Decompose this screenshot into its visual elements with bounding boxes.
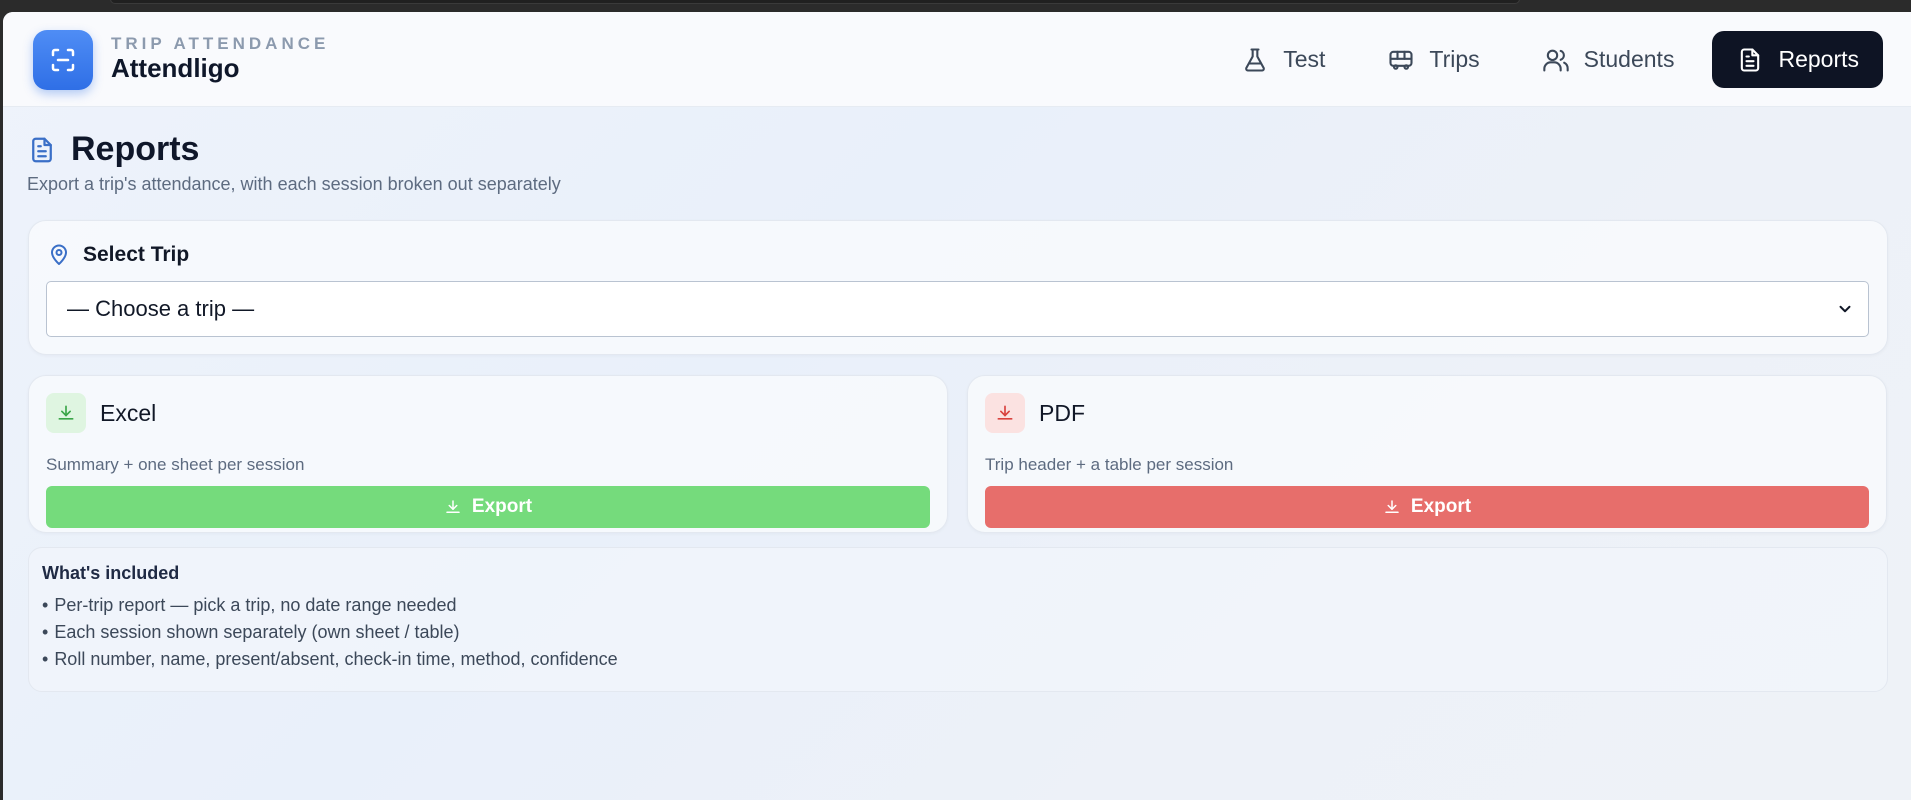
browser-top-strip: [0, 0, 1911, 12]
download-icon: [58, 405, 74, 420]
app-window: TRIP ATTENDANCE Attendligo Test Trips St…: [3, 12, 1911, 800]
map-pin-icon: [51, 244, 67, 265]
excel-export-label: Export: [471, 496, 533, 517]
excel-heading: Excel: [46, 393, 156, 433]
download-icon: [446, 500, 460, 513]
pdf-description: Trip header + a table per session: [985, 455, 1234, 474]
nav-item-students[interactable]: Students: [1518, 31, 1699, 88]
download-icon: [997, 405, 1013, 420]
bus-icon: [1389, 50, 1413, 70]
list-item: • Per-trip report — pick a trip, no date …: [42, 595, 457, 615]
pdf-title: PDF: [1039, 399, 1085, 426]
select-trip-label: Select Trip: [83, 243, 190, 266]
document-icon: [1741, 47, 1760, 72]
excel-icon-chip: [46, 393, 86, 433]
nav-item-label: Students: [1583, 46, 1675, 72]
browser-address-bar: [110, 0, 1520, 4]
whats-included-card: What's included • Per-trip report — pick …: [28, 547, 1888, 692]
page-title: Reports: [71, 130, 200, 168]
chevron-down-icon: [1839, 305, 1851, 313]
pdf-export-label: Export: [1410, 496, 1472, 517]
trip-select-value: — Choose a trip —: [67, 296, 255, 321]
nav-item-test[interactable]: Test: [1217, 31, 1349, 88]
excel-export-button[interactable]: Export: [46, 486, 930, 528]
excel-title: Excel: [100, 399, 157, 426]
document-icon: [32, 137, 52, 162]
whats-included-list: • Per-trip report — pick a trip, no date …: [42, 592, 618, 673]
main-nav: Test Trips Students Reports: [1217, 31, 1883, 88]
brand-name: Attendligo: [111, 53, 240, 83]
brand-kicker: TRIP ATTENDANCE: [111, 34, 330, 53]
nav-item-reports[interactable]: Reports: [1712, 31, 1883, 88]
pdf-icon-chip: [985, 393, 1025, 433]
list-item: • Each session shown separately (own shee…: [42, 622, 460, 642]
nav-item-label: Test: [1283, 46, 1326, 72]
excel-description: Summary + one sheet per session: [46, 455, 305, 474]
app-logo[interactable]: [33, 30, 93, 90]
page-heading: Reports: [27, 130, 199, 169]
pdf-export-card: PDF Trip header + a table per session Ex…: [967, 375, 1887, 533]
list-item: • Roll number, name, present/absent, chec…: [42, 649, 618, 669]
users-icon: [1542, 49, 1569, 72]
select-trip-heading: Select Trip: [47, 243, 189, 267]
pdf-export-button[interactable]: Export: [985, 486, 1869, 528]
flask-icon: [1245, 47, 1266, 72]
download-icon: [1385, 500, 1399, 513]
scan-icon: [51, 48, 75, 72]
whats-included-title: What's included: [42, 563, 180, 583]
select-trip-card: Select Trip — Choose a trip —: [28, 220, 1888, 355]
pdf-heading: PDF: [985, 393, 1085, 433]
page-subtitle: Export a trip's attendance, with each se…: [27, 174, 561, 194]
trip-select[interactable]: — Choose a trip —: [46, 281, 1869, 337]
nav-item-trips[interactable]: Trips: [1363, 31, 1503, 88]
app-header: TRIP ATTENDANCE Attendligo Test Trips St…: [3, 12, 1911, 107]
nav-item-label: Reports: [1778, 46, 1859, 72]
excel-export-card: Excel Summary + one sheet per session Ex…: [28, 375, 948, 533]
nav-item-label: Trips: [1429, 46, 1480, 72]
